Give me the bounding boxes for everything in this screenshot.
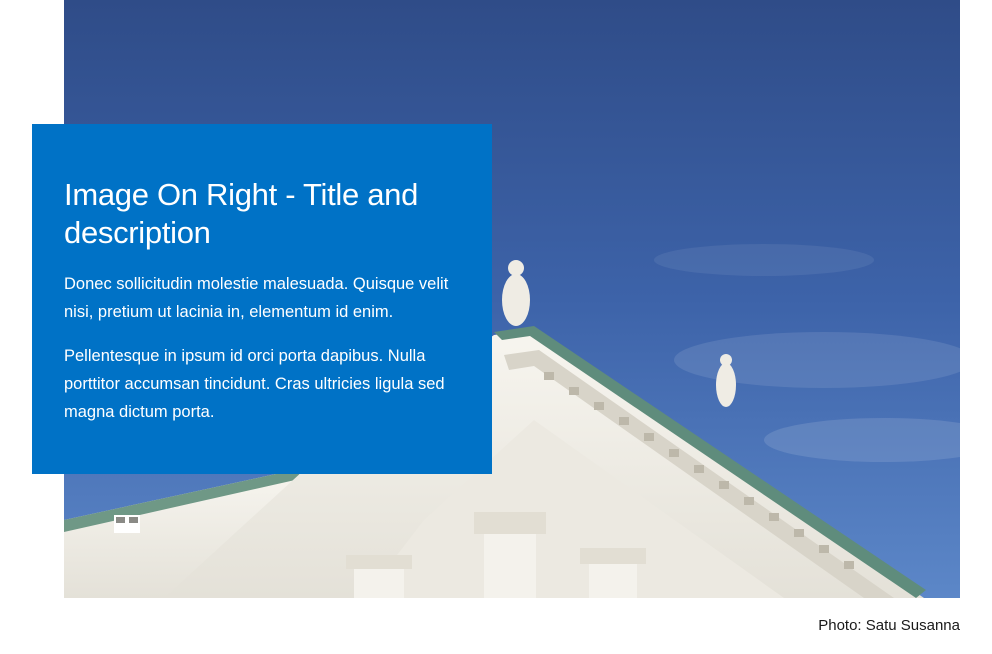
card-paragraph-1: Donec sollicitudin molestie malesuada. Q… bbox=[64, 275, 449, 321]
card-paragraph-2: Pellentesque in ipsum id orci porta dapi… bbox=[64, 347, 445, 421]
photo-caption: Photo: Satu Susanna bbox=[818, 617, 960, 634]
card-title: Image On Right - Title and description bbox=[64, 177, 419, 250]
hero-section: Image On Right - Title and description D… bbox=[0, 0, 992, 654]
content-card: Image On Right - Title and description D… bbox=[32, 124, 492, 474]
